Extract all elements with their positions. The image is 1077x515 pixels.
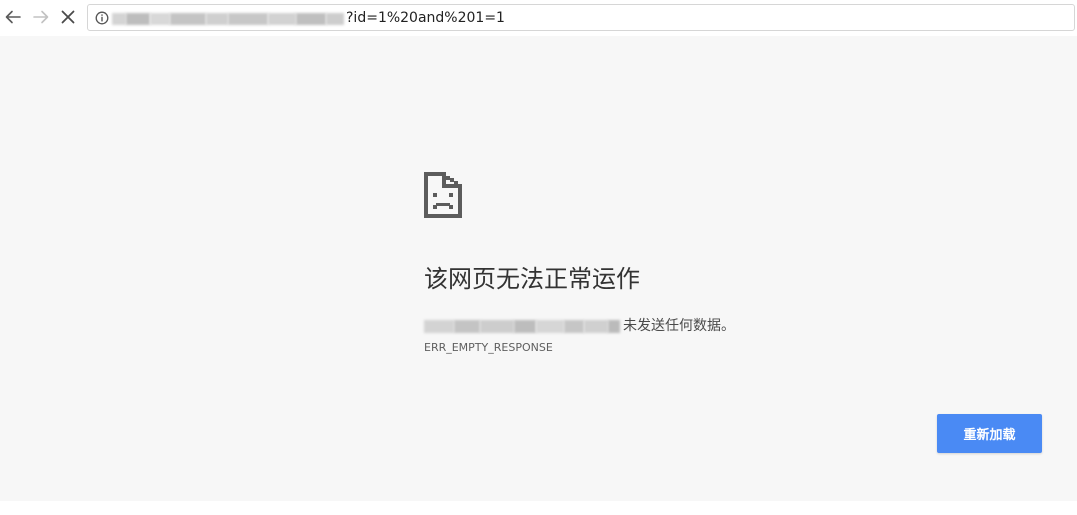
arrow-left-icon	[5, 10, 21, 24]
url-host-redacted	[112, 12, 344, 26]
error-code: ERR_EMPTY_RESPONSE	[424, 341, 553, 354]
host-name-redacted	[424, 319, 620, 333]
sad-page-icon	[424, 172, 462, 218]
stop-button[interactable]	[57, 6, 79, 28]
error-message: 未发送任何数据。	[623, 318, 735, 334]
browser-toolbar: ?id=1%20and%201=1	[0, 0, 1077, 36]
window-bottom-edge	[0, 501, 1077, 515]
back-button[interactable]	[2, 6, 24, 28]
error-title: 该网页无法正常运作	[424, 265, 640, 293]
address-bar[interactable]: ?id=1%20and%201=1	[87, 4, 1075, 31]
reload-button[interactable]: 重新加载	[937, 414, 1042, 453]
url-query-text: ?id=1%20and%201=1	[346, 10, 505, 26]
arrow-right-icon	[33, 10, 49, 24]
close-icon	[61, 10, 75, 24]
info-icon[interactable]	[95, 11, 109, 25]
forward-button[interactable]	[30, 6, 52, 28]
error-description: 未发送任何数据。	[424, 316, 735, 336]
